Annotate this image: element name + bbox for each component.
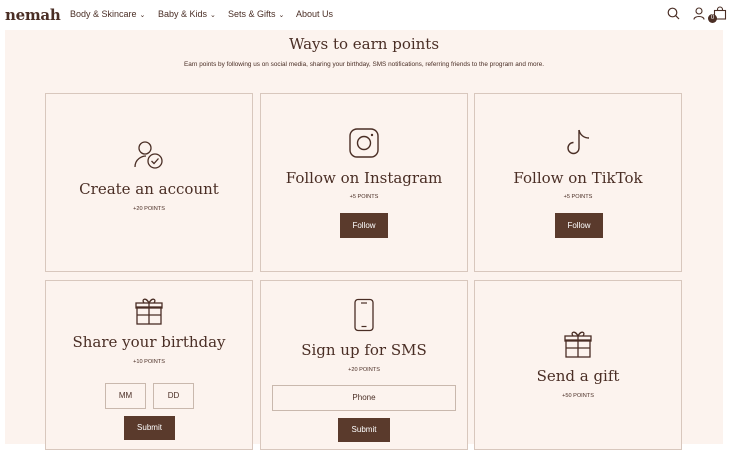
sms-submit-button[interactable]: Submit <box>338 418 390 442</box>
phone-icon <box>354 298 374 332</box>
nav-label: Baby & Kids <box>158 9 208 19</box>
card-points: +5 POINTS <box>349 194 379 200</box>
card-follow-instagram: Follow on Instagram +5 POINTS Follow <box>260 93 468 272</box>
page-title: Ways to earn points <box>288 35 440 53</box>
card-follow-tiktok: Follow on TikTok +5 POINTS Follow <box>474 93 682 272</box>
cart-count-badge: 0 <box>708 14 717 23</box>
instagram-follow-button[interactable]: Follow <box>340 213 388 238</box>
nav-baby-kids[interactable]: Baby & Kids ⌄ <box>158 9 216 19</box>
gift-icon <box>135 298 163 325</box>
card-title: Follow on Instagram <box>285 169 443 187</box>
nav-label: Sets & Gifts <box>228 9 276 19</box>
card-share-birthday: Share your birthday +10 POINTS MM DD Sub… <box>45 280 253 450</box>
card-title: Share your birthday <box>72 333 226 351</box>
search-icon[interactable] <box>667 7 680 20</box>
phone-input[interactable]: Phone <box>272 385 456 411</box>
chevron-down-icon: ⌄ <box>139 12 146 19</box>
tiktok-follow-button[interactable]: Follow <box>555 213 603 238</box>
logo[interactable]: nemah <box>5 6 61 24</box>
birthday-month-input[interactable]: MM <box>105 383 146 409</box>
card-title: Follow on TikTok <box>513 169 643 187</box>
nav-about-us[interactable]: About Us <box>296 9 333 19</box>
gift-icon <box>564 331 592 358</box>
nav-body-skincare[interactable]: Body & Skincare ⌄ <box>70 9 145 19</box>
chevron-down-icon: ⌄ <box>210 12 216 19</box>
card-title: Create an account <box>79 180 219 198</box>
user-check-icon <box>134 141 163 169</box>
card-points: +20 POINTS <box>348 367 380 373</box>
page-subtitle: Earn points by following us on social me… <box>183 61 545 68</box>
nav-label: Body & Skincare <box>70 9 137 19</box>
birthday-day-input[interactable]: DD <box>153 383 194 409</box>
card-points: +10 POINTS <box>133 359 165 365</box>
chevron-down-icon: ⌄ <box>278 12 285 19</box>
nav-sets-gifts[interactable]: Sets & Gifts ⌄ <box>228 9 284 19</box>
card-points: +5 POINTS <box>563 194 593 200</box>
tiktok-icon <box>567 129 590 155</box>
card-points: +20 POINTS <box>133 206 165 212</box>
birthday-submit-button[interactable]: Submit <box>124 416 175 440</box>
account-icon[interactable] <box>693 7 705 20</box>
instagram-icon <box>349 128 379 158</box>
header: nemah Body & Skincare ⌄ Baby & Kids ⌄ Sets… <box>0 0 732 30</box>
card-title: Sign up for SMS <box>301 341 427 359</box>
card-points: +50 POINTS <box>562 393 594 399</box>
card-sms-signup: Sign up for SMS +20 POINTS Phone Submit <box>260 280 468 450</box>
nav-label: About Us <box>296 9 334 19</box>
card-create-account: Create an account +20 POINTS <box>45 93 253 272</box>
card-send-gift: Send a gift +50 POINTS <box>474 280 682 450</box>
card-title: Send a gift <box>536 367 620 385</box>
